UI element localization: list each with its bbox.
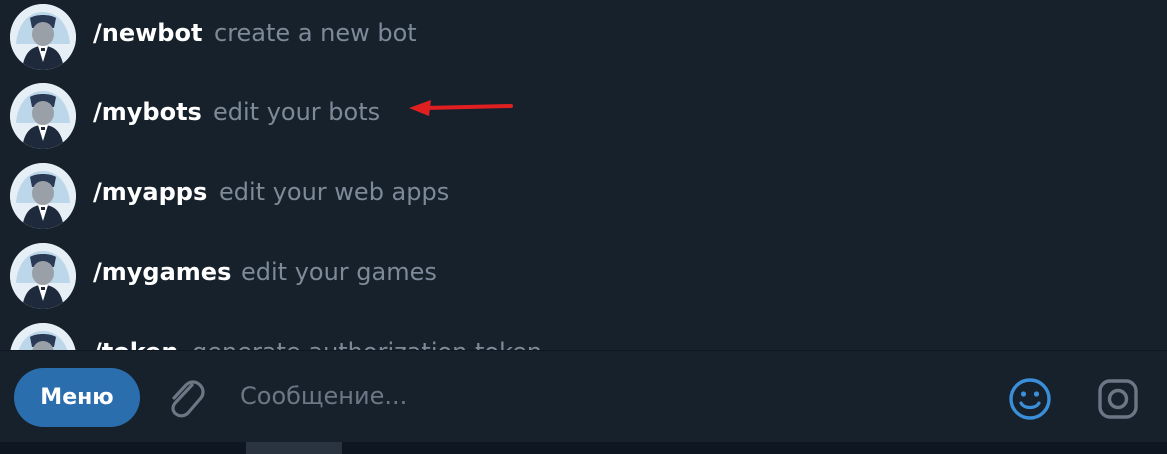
annotation-arrow-icon [409, 100, 513, 116]
scrollbar-thumb[interactable] [246, 442, 342, 454]
avatar [10, 323, 76, 350]
smile-icon[interactable] [1006, 375, 1054, 423]
command-item-token[interactable]: /token generate authorization token [0, 319, 1167, 350]
menu-button[interactable]: Меню [14, 368, 140, 427]
command-description: create a new bot [214, 19, 417, 47]
avatar [10, 243, 76, 309]
message-input[interactable]: Сообщение... [240, 381, 407, 411]
command-item-mygames[interactable]: /mygames edit your games [0, 239, 1167, 319]
camera-icon[interactable] [1094, 375, 1142, 423]
command-suggestion-list: /newbot create a new bot /mybots edit yo… [0, 0, 1167, 350]
command-name: /mybots [93, 98, 202, 126]
avatar [10, 4, 76, 70]
command-description: edit your games [241, 258, 437, 286]
command-name: /newbot [93, 19, 203, 47]
paperclip-icon[interactable] [162, 375, 208, 421]
message-composer: Меню Сообщение... [0, 350, 1167, 443]
command-name: /myapps [93, 178, 208, 206]
command-item-mybots[interactable]: /mybots edit your bots [0, 79, 1167, 159]
command-description: generate authorization token [192, 338, 542, 350]
command-name: /token [93, 338, 178, 350]
command-description: edit your web apps [219, 178, 450, 206]
bot-command-window: /newbot create a new bot /mybots edit yo… [0, 0, 1167, 454]
command-item-newbot[interactable]: /newbot create a new bot [0, 0, 1167, 80]
avatar [10, 83, 76, 149]
command-description: edit your bots [213, 98, 381, 126]
command-item-myapps[interactable]: /myapps edit your web apps [0, 159, 1167, 239]
command-name: /mygames [93, 258, 232, 286]
avatar [10, 163, 76, 229]
bottom-strip [0, 442, 1167, 454]
